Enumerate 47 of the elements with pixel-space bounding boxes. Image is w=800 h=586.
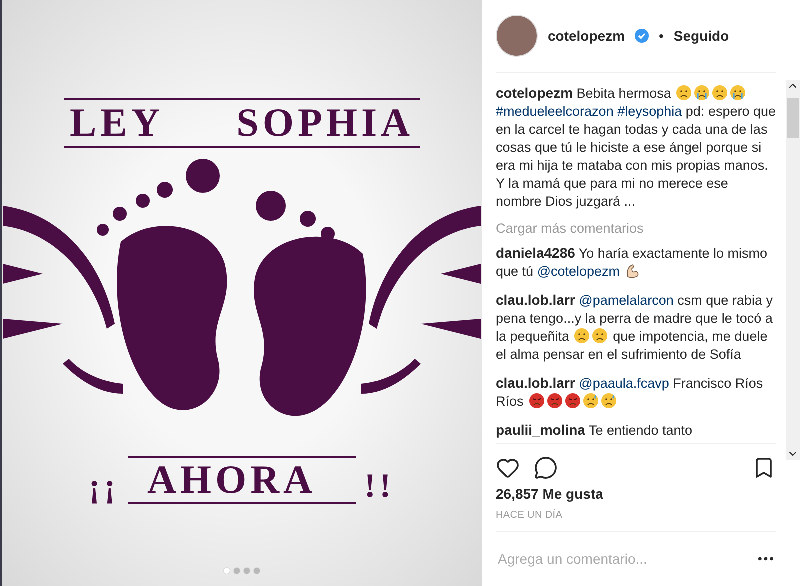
- mention-link[interactable]: @pamelalarcon: [579, 293, 674, 308]
- carousel-dot[interactable]: [234, 568, 240, 574]
- username-link[interactable]: cotelopezm: [496, 85, 574, 101]
- emoji-face-icon: [730, 85, 746, 101]
- mention-link[interactable]: @cotelopezm: [537, 264, 620, 279]
- emoji-face-icon: [600, 393, 617, 409]
- username-link[interactable]: daniela4286: [496, 245, 576, 261]
- likes-count[interactable]: 26,857 Me gusta: [496, 486, 776, 502]
- scrollbar[interactable]: [786, 80, 800, 460]
- carousel-dot[interactable]: [224, 568, 230, 574]
- username-link[interactable]: cotelopezm: [548, 28, 626, 44]
- username-link[interactable]: clau.lob.larr: [496, 292, 576, 308]
- comment-text: clau.lob.larr @paaula.fcavp Francisco Ríos Ríos: [496, 374, 764, 411]
- avatar[interactable]: [496, 15, 538, 57]
- emoji-face-icon: [582, 393, 599, 409]
- emoji-face-icon: [564, 393, 581, 409]
- mention-link[interactable]: @paaula.fcavp: [579, 376, 670, 391]
- username-link[interactable]: paulii_molina: [496, 422, 586, 438]
- flexed-arm-icon: [624, 263, 641, 279]
- emoji-face-icon: [676, 85, 692, 101]
- stencil-word: LEY: [70, 103, 164, 143]
- emoji-face-icon: [546, 393, 563, 409]
- separator-dot: •: [659, 28, 664, 44]
- hashtag-link[interactable]: #leysophia: [618, 104, 682, 119]
- scrollbar-thumb[interactable]: [787, 98, 799, 138]
- stencil-word: SOPHIA: [236, 103, 414, 143]
- follow-status-link[interactable]: Seguido: [674, 28, 730, 44]
- carousel-dot[interactable]: [254, 568, 260, 574]
- username-link[interactable]: clau.lob.larr: [496, 375, 576, 391]
- banner-stripe: AHORA: [128, 456, 356, 504]
- comment-text: daniela4286 Yo haría exactamente lo mismo que tú @cotelopezm: [496, 244, 769, 281]
- emoji-face-icon: [694, 85, 710, 101]
- emoji-face-icon: [712, 85, 728, 101]
- post-time: HACE UN DÍA: [496, 510, 564, 521]
- emoji-face-icon: [528, 393, 545, 409]
- comment-text: clau.lob.larr @pamelalarcon csm que rabia y pena tengo...y la perra de madre que le tocó a la pequeñita que impotencia, me duele el alma pensar en el sufrimiento de Sofía: [496, 291, 774, 364]
- stencil-word: !!: [364, 470, 396, 504]
- comment-input[interactable]: Agrega un comentario...: [496, 550, 756, 568]
- emoji-face-icon: [574, 328, 590, 344]
- comment-icon[interactable]: [534, 456, 558, 480]
- emoji-face-icon: [592, 328, 608, 344]
- comment-text: paulii_molina Te entiendo tanto: [496, 421, 694, 440]
- carousel-dot[interactable]: [244, 568, 250, 574]
- hashtag-link[interactable]: #medueleelcorazon: [496, 104, 614, 119]
- heart-icon[interactable]: [496, 456, 520, 480]
- stencil-word: ¡¡: [88, 470, 120, 504]
- caption-text: cotelopezm Bebita hermosa #medueleelcorazon #leysophia pd: espero que en la carcel te hagan todas y cada una de las cosas que tú le hiciste a ese ángel porque si era mi hija te mataba con mis propias manos. Y la mamá que para mi no merece ese nombre Dios juzgará ...: [496, 84, 776, 211]
